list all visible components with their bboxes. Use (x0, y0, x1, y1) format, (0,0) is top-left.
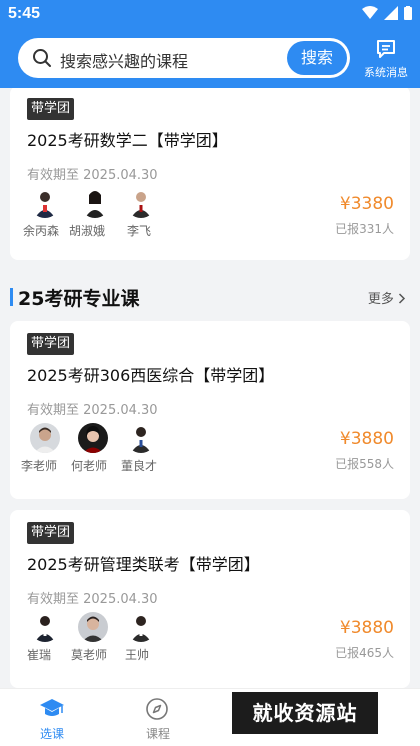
teacher-name: 莫老师 (71, 648, 108, 662)
teacher: 何老师 (71, 423, 123, 479)
teacher-name: 胡淑娥 (69, 224, 106, 238)
teacher-avatar (78, 423, 108, 453)
search-icon (33, 49, 51, 67)
teacher: 余丙森 (23, 188, 75, 244)
enrolled-count: 已报331人 (335, 222, 394, 236)
teacher-avatar (78, 612, 108, 642)
course-title: 2025考研数学二【带学团】 (27, 131, 228, 150)
teacher-name: 崔瑞 (27, 648, 52, 662)
teacher-avatar (30, 188, 60, 218)
course-price: ¥3880 (339, 618, 394, 638)
watermark: 就收资源站 (232, 692, 378, 734)
course-card[interactable]: 带学团 2025考研管理类联考【带学团】 有效期至 2025.04.30 崔瑞 … (10, 510, 410, 688)
course-card[interactable]: 带学团 2025考研数学二【带学团】 有效期至 2025.04.30 余丙森 胡… (10, 88, 410, 260)
teacher-list: 崔瑞 莫老师 王帅 (27, 612, 277, 668)
teacher-avatar (30, 612, 60, 642)
teacher-list: 李老师 何老师 董良才 (21, 423, 277, 479)
section-header: 25考研专业课 更多 (0, 276, 420, 318)
more-link[interactable]: 更多 (368, 288, 406, 307)
search-button[interactable]: 搜索 (287, 41, 347, 75)
search-bar[interactable]: 搜索感兴趣的课程 搜索 (18, 38, 350, 78)
teacher-name: 余丙森 (23, 224, 60, 238)
tab-label: 课程 (145, 727, 170, 741)
teacher-name: 何老师 (71, 459, 108, 473)
course-card[interactable]: 带学团 2025考研306西医综合【带学团】 有效期至 2025.04.30 李… (10, 321, 410, 499)
teacher-avatar (126, 188, 156, 218)
tab-course-selection[interactable]: 选课 (22, 693, 82, 743)
status-bar: 5:45 (0, 0, 420, 30)
graduation-cap-icon (40, 699, 64, 716)
teacher-avatar (30, 423, 60, 453)
enrolled-count: 已报558人 (335, 457, 394, 471)
tab-courses[interactable]: 课程 (128, 693, 188, 743)
teacher-avatar (80, 188, 110, 218)
teacher-avatar (126, 612, 156, 642)
teacher-name: 李老师 (21, 459, 58, 473)
course-list[interactable]: 带学团 2025考研数学二【带学团】 有效期至 2025.04.30 余丙森 胡… (0, 88, 420, 688)
status-time: 5:45 (8, 5, 41, 22)
teacher: 莫老师 (71, 612, 123, 668)
battery-icon (404, 6, 412, 20)
system-messages-button[interactable]: 系统消息 (356, 36, 416, 82)
signal-icon (384, 6, 398, 20)
wifi-icon (362, 6, 378, 19)
status-icons (362, 6, 412, 20)
course-expiry: 有效期至 2025.04.30 (27, 592, 158, 607)
section-title: 25考研专业课 (18, 288, 140, 310)
course-tag: 带学团 (27, 333, 75, 355)
teacher-name: 董良才 (121, 459, 158, 473)
teacher: 李老师 (21, 423, 75, 479)
teacher: 董良才 (121, 423, 171, 479)
search-placeholder[interactable]: 搜索感兴趣的课程 (60, 48, 188, 72)
course-title: 2025考研306西医综合【带学团】 (27, 366, 275, 385)
course-tag: 带学团 (27, 98, 75, 120)
course-tag: 带学团 (27, 522, 75, 544)
compass-icon (146, 698, 168, 720)
teacher-list: 余丙森 胡淑娥 李飞 (23, 188, 277, 244)
teacher: 李飞 (123, 188, 171, 244)
enrolled-count: 已报465人 (335, 646, 394, 660)
section-accent-bar (10, 288, 13, 306)
teacher-name: 李飞 (127, 224, 152, 238)
course-price: ¥3880 (339, 429, 394, 449)
course-title: 2025考研管理类联考【带学团】 (27, 555, 260, 574)
top-header: 搜索感兴趣的课程 搜索 系统消息 (0, 30, 420, 88)
course-expiry: 有效期至 2025.04.30 (27, 403, 158, 418)
system-messages-label: 系统消息 (364, 66, 408, 79)
teacher: 崔瑞 (27, 612, 75, 668)
message-icon (377, 40, 395, 58)
teacher: 王帅 (123, 612, 171, 668)
teacher-avatar (126, 423, 156, 453)
more-label: 更多 (367, 292, 394, 307)
teacher-name: 王帅 (125, 648, 150, 662)
tab-label: 选课 (39, 727, 64, 741)
teacher: 胡淑娥 (69, 188, 125, 244)
course-expiry: 有效期至 2025.04.30 (27, 168, 158, 183)
course-price: ¥3380 (339, 194, 394, 214)
chevron-right-icon (398, 293, 406, 304)
